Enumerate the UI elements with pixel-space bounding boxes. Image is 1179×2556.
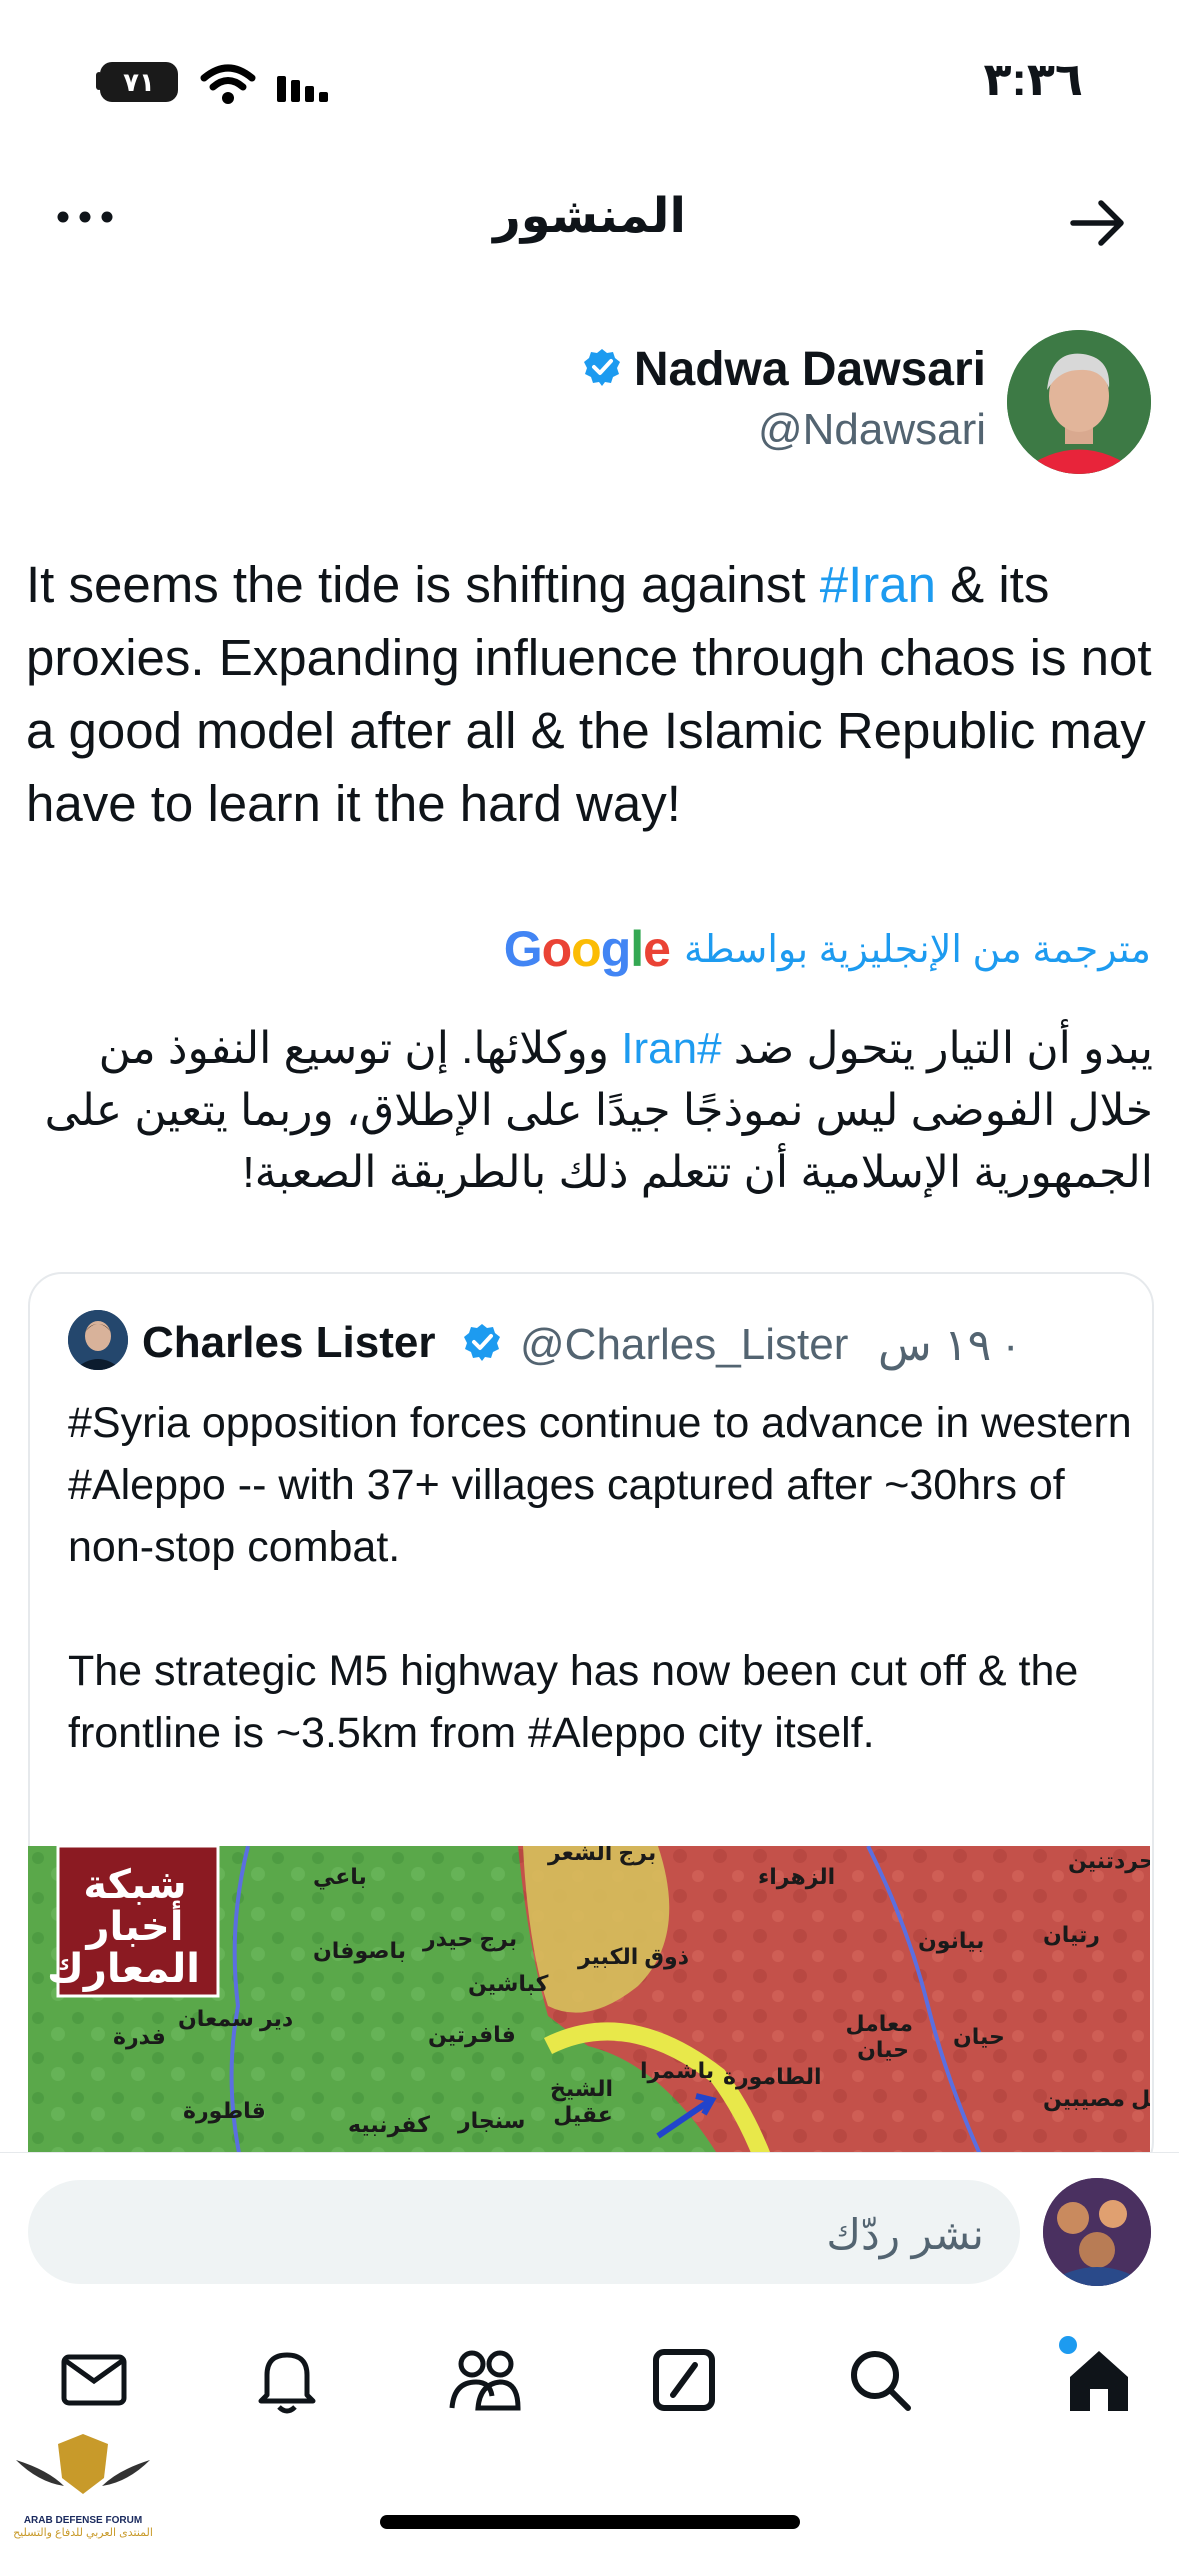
watermark-line2: المنتدى العربي للدفاع والتسليح [13, 2527, 153, 2539]
translation-text-before: يبدو أن التيار يتحول ضد [721, 1024, 1153, 1073]
wifi-icon [200, 62, 256, 111]
tab-communities[interactable] [445, 2340, 525, 2420]
home-indicator [380, 2515, 800, 2529]
map-label: فافرتين [428, 2022, 516, 2047]
map-label: دير سمعان [178, 2006, 294, 2031]
google-logo-letter: G [503, 921, 543, 977]
translated-by-text: مترجمة من الإنجليزية بواسطة [683, 928, 1151, 971]
hashtag-link[interactable]: #Iran [820, 556, 936, 613]
map-logo: شبكة أخبار المعارك [47, 1863, 200, 1991]
map-label: قاطورة [183, 2098, 266, 2123]
tab-messages[interactable] [54, 2340, 134, 2420]
battery-icon: ٧١ [100, 62, 178, 102]
author-avatar[interactable] [1007, 330, 1151, 474]
quote-text: #Syria opposition forces continue to adv… [68, 1399, 1132, 1757]
tweet-text-before: It seems the tide is shifting against [26, 556, 820, 613]
back-arrow-icon[interactable] [1069, 198, 1127, 253]
google-logo-letter: g [600, 921, 632, 977]
map-label: الزهراء [758, 1864, 836, 1889]
tab-grok[interactable] [644, 2340, 724, 2420]
map-label: رتيان [1043, 1922, 1100, 1947]
google-logo-letter: o [541, 921, 573, 977]
page-title: المنشور [493, 190, 686, 243]
map-label: باعي [313, 1864, 367, 1889]
map-label: فدرة [113, 2024, 166, 2049]
google-logo-letter: l [630, 921, 644, 977]
notification-dot [1059, 2336, 1077, 2354]
quote-author-name[interactable]: Charles Lister [142, 1318, 435, 1368]
author-name-row[interactable]: Nadwa Dawsari [582, 342, 986, 397]
map-image[interactable]: شبكة أخبار المعارك باعي برج حيدر باصوفان… [28, 1846, 1150, 2172]
tab-search[interactable] [840, 2340, 920, 2420]
translated-by-label[interactable]: مترجمة من الإنجليزية بواسطة Google [504, 920, 1151, 978]
forum-watermark-logo: ARAB DEFENSE FORUM المنتدى العربي للدفاع… [8, 2430, 158, 2548]
tab-notifications[interactable] [247, 2340, 327, 2420]
status-time: ٣:٣٦ [983, 53, 1083, 105]
quote-avatar[interactable] [68, 1310, 128, 1370]
cellular-icon [275, 66, 335, 111]
watermark-line1: ARAB DEFENSE FORUM [23, 2515, 143, 2526]
google-logo: Google [503, 920, 671, 978]
google-logo-letter: o [571, 921, 602, 977]
map-label: برج حيدر [423, 1926, 518, 1951]
map-label: بيانون [918, 1928, 985, 1953]
map-label: باصوفان [313, 1938, 407, 1963]
map-label: كفرنبيه [348, 2112, 430, 2137]
map-label: سنجار [458, 2108, 526, 2133]
quote-verified-badge-icon [462, 1322, 502, 1367]
my-avatar[interactable] [1043, 2178, 1151, 2286]
map-label: كباشين [468, 1971, 549, 1996]
map-label: ذوق الكبير [578, 1944, 689, 1969]
map-label: حيان [953, 2024, 1005, 2049]
author-handle[interactable]: @Ndawsari [758, 405, 986, 455]
map-label: الطامورة [723, 2064, 822, 2089]
battery-level: ٧١ [123, 66, 155, 97]
translation-hashtag[interactable]: #Iran [621, 1024, 721, 1073]
quote-author-handle[interactable]: @Charles_Lister [520, 1320, 848, 1370]
quote-timestamp: · ١٩ س [878, 1321, 1019, 1370]
google-logo-letter: e [643, 921, 671, 977]
verified-badge-icon [582, 347, 622, 392]
reply-placeholder[interactable]: نشر ردّك [826, 2210, 984, 2259]
translated-text: يبدو أن التيار يتحول ضد #Iran ووكلائها. … [23, 1018, 1153, 1204]
map-label: الشيخ عقيل [549, 2076, 613, 2127]
tweet-text: It seems the tide is shifting against #I… [26, 548, 1156, 840]
author-name: Nadwa Dawsari [633, 343, 986, 396]
map-label: تل مصيبين [1043, 2086, 1150, 2111]
map-label: باشمرا [640, 2058, 715, 2083]
map-label: برج الشعر [548, 1846, 657, 1865]
map-label: حردتنين [1068, 1848, 1150, 1873]
map-label: معامل حيان [845, 2011, 913, 2062]
